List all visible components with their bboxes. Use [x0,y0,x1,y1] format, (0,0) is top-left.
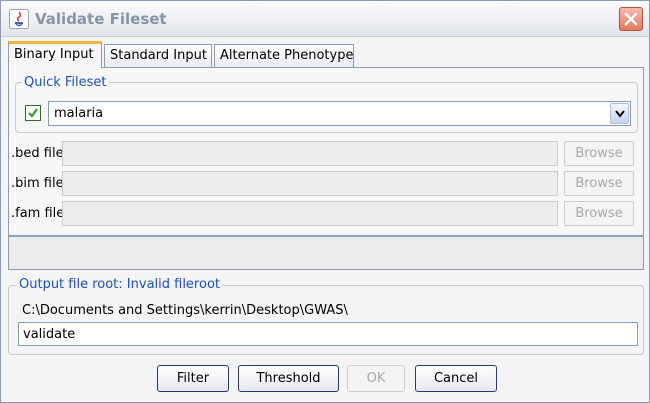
output-path-text: C:\Documents and Settings\kerrin\Desktop… [22,303,348,318]
threshold-button[interactable]: Threshold [238,365,339,392]
quick-fileset-checkbox[interactable] [25,105,41,121]
output-file-group: Output file root: Invalid fileroot C:\Do… [8,277,644,355]
output-fileroot-input[interactable] [18,322,638,346]
bim-file-label: .bim file [11,176,64,191]
cancel-button[interactable]: Cancel [415,365,497,392]
bim-browse-button: Browse [564,171,634,196]
tab-binary-input[interactable]: Binary Input [8,41,102,68]
filter-button[interactable]: Filter [157,365,229,392]
title-bar[interactable]: Validate Fileset [1,1,649,37]
fileset-select-value: malaria [54,106,104,121]
fam-browse-button: Browse [564,201,634,226]
tab-standard-input[interactable]: Standard Input [104,44,212,67]
java-app-icon [9,9,29,29]
status-area [8,235,644,270]
window-title: Validate Fileset [35,10,167,28]
fam-file-label: .fam file [11,206,65,221]
bed-file-field [62,141,558,166]
output-file-label: Output file root: Invalid fileroot [17,277,222,292]
fileset-select[interactable]: malaria [48,101,631,126]
quick-fileset-label: Quick Fileset [22,75,109,90]
chevron-down-icon [615,110,625,118]
close-button[interactable] [619,7,643,31]
bed-file-label: .bed file [11,146,64,161]
dialog-window: Validate Fileset Binary Input Standard I… [0,0,650,403]
bim-file-field [62,171,558,196]
checkmark-icon [28,108,38,118]
ok-button: OK [347,365,405,392]
bed-browse-button: Browse [564,141,634,166]
close-icon [624,12,638,26]
fam-file-field [62,201,558,226]
fileset-dropdown-button[interactable] [610,103,629,124]
tab-alternate-phenotype[interactable]: Alternate Phenotype [214,44,354,67]
